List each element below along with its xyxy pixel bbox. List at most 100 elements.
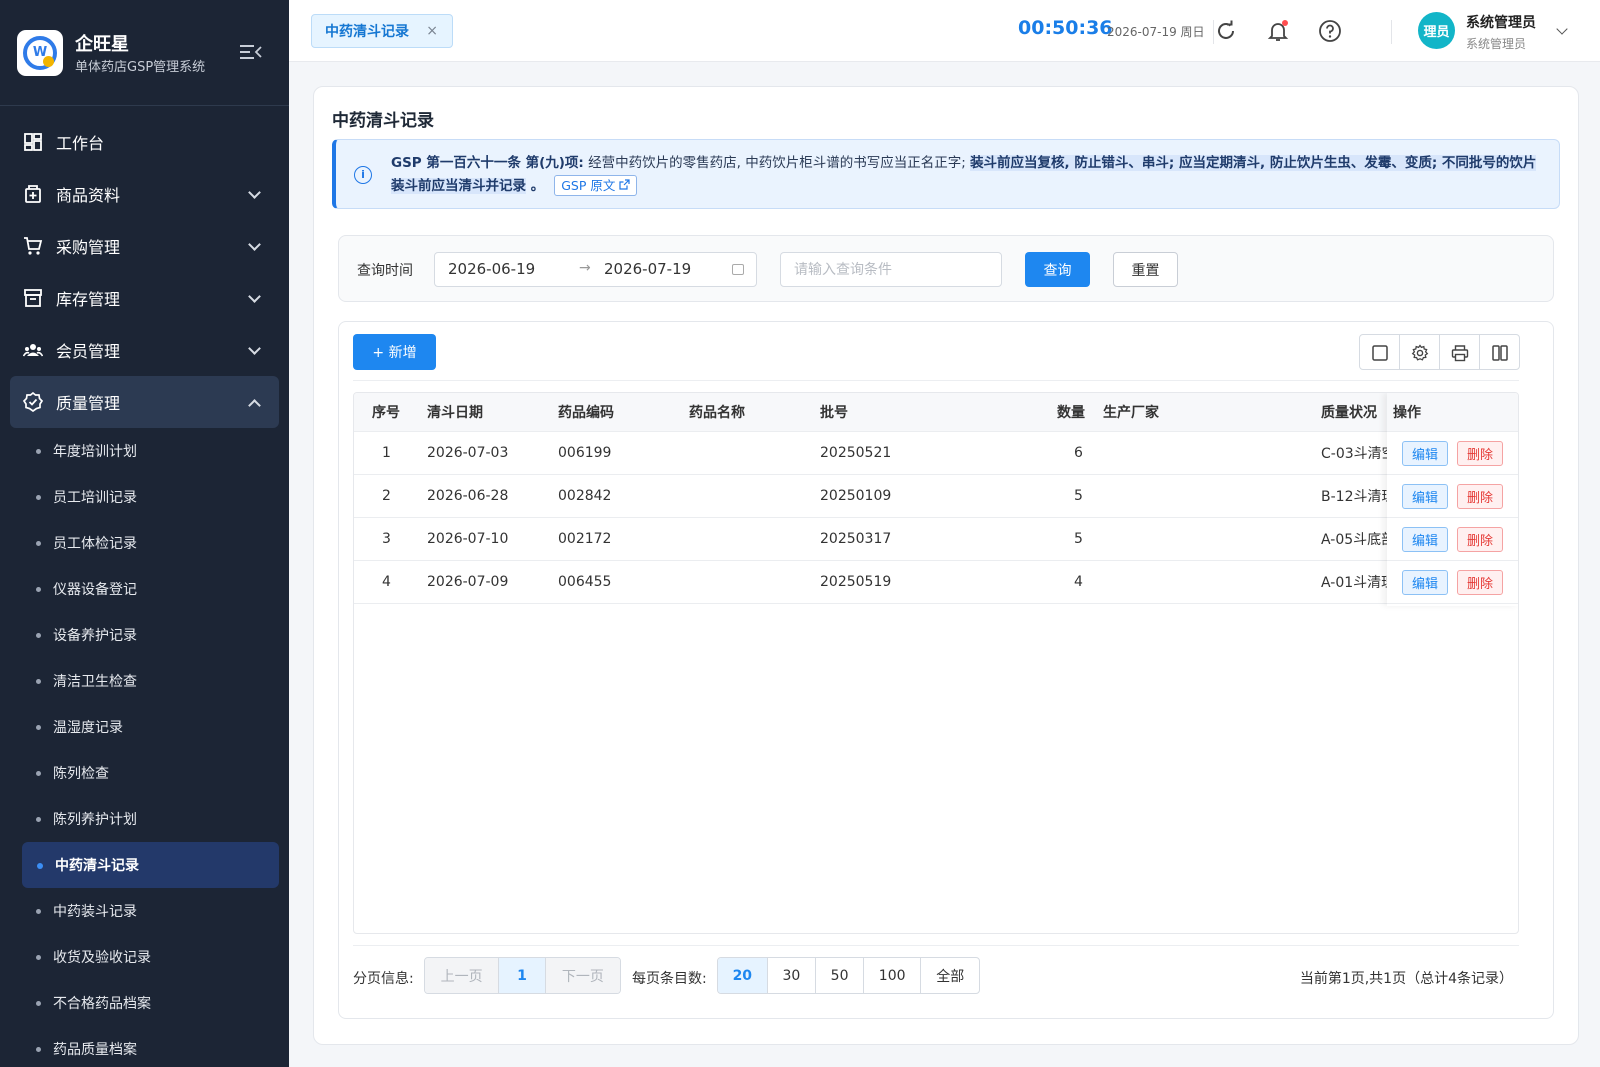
calendar-icon[interactable] xyxy=(732,264,744,275)
page-size-option[interactable]: 100 xyxy=(864,958,922,993)
scrollbar[interactable] xyxy=(1590,62,1600,1067)
page-size-option[interactable]: 30 xyxy=(768,958,817,993)
notice-tail: 。 xyxy=(526,178,545,194)
delete-button[interactable]: 删除 xyxy=(1457,441,1503,466)
avatar[interactable]: 理员 xyxy=(1418,12,1455,49)
filter-label: 查询时间 xyxy=(357,263,413,279)
submenu-item[interactable]: 温湿度记录 xyxy=(0,704,289,750)
col-header[interactable]: 数量 xyxy=(1057,393,1085,431)
fullscreen-icon[interactable] xyxy=(1360,335,1400,369)
menu-item-products[interactable]: 商品资料 xyxy=(0,168,289,220)
menu-label: 采购管理 xyxy=(56,238,121,257)
collapse-sidebar-icon[interactable] xyxy=(240,42,262,62)
submenu-item[interactable]: 仪器设备登记 xyxy=(0,566,289,612)
cell-quality: A-05斗底部 xyxy=(1321,532,1387,548)
submenu-item[interactable]: 中药装斗记录 xyxy=(0,888,289,934)
cell-no: 2 xyxy=(382,488,391,504)
close-icon[interactable]: × xyxy=(426,23,438,39)
table-row[interactable]: 2 2026-06-28 002842 20250109 5 B-12斗清理 xyxy=(354,475,1518,518)
submenu-item[interactable]: 年度培训计划 xyxy=(0,428,289,474)
menu-item-workbench[interactable]: 工作台 xyxy=(0,116,289,168)
search-button[interactable]: 查询 xyxy=(1025,252,1090,287)
submenu-item[interactable]: 清洁卫生检查 xyxy=(0,658,289,704)
user-name[interactable]: 系统管理员 xyxy=(1466,12,1536,32)
cell-code: 002172 xyxy=(558,531,612,547)
tab-herbal-clearing[interactable]: 中药清斗记录 × xyxy=(311,14,453,48)
submenu-item[interactable]: 陈列养护计划 xyxy=(0,796,289,842)
submenu-item[interactable]: 员工体检记录 xyxy=(0,520,289,566)
cell-batch: 20250317 xyxy=(820,531,892,547)
col-header[interactable]: 生产厂家 xyxy=(1103,393,1159,431)
print-icon[interactable] xyxy=(1440,335,1480,369)
settings-gear-icon[interactable] xyxy=(1400,335,1440,369)
add-button[interactable]: + 新增 xyxy=(353,334,436,370)
delete-button[interactable]: 删除 xyxy=(1457,570,1503,595)
page-summary: 当前第1页,共1页（总计4条记录） xyxy=(1299,971,1513,987)
menu-item-quality[interactable]: 质量管理 xyxy=(10,376,279,428)
chevron-up-icon xyxy=(248,399,261,412)
page-size-option[interactable]: 20 xyxy=(718,958,768,993)
table-row[interactable]: 4 2026-07-09 006455 20250519 4 A-01斗清理 xyxy=(354,561,1518,604)
col-header[interactable]: 序号 xyxy=(372,393,400,431)
submenu-item[interactable]: 设备养护记录 xyxy=(0,612,289,658)
edit-button[interactable]: 编辑 xyxy=(1402,570,1448,595)
reset-button[interactable]: 重置 xyxy=(1113,252,1178,287)
delete-button[interactable]: 删除 xyxy=(1457,484,1503,509)
menu-item-members[interactable]: 会员管理 xyxy=(0,324,289,376)
link-label: GSP 原文 xyxy=(561,178,616,193)
date-from[interactable]: 2026-06-19 xyxy=(448,260,535,278)
pager-label: 分页信息: xyxy=(353,971,414,987)
menu-item-inventory[interactable]: 库存管理 xyxy=(0,272,289,324)
tab-label: 中药清斗记录 xyxy=(325,24,409,40)
cell-code: 002842 xyxy=(558,488,612,504)
cell-date: 2026-07-10 xyxy=(427,531,509,547)
page-size-option[interactable]: 50 xyxy=(816,958,864,993)
delete-button[interactable]: 删除 xyxy=(1457,527,1503,552)
help-icon[interactable] xyxy=(1318,19,1342,43)
col-header[interactable]: 药品名称 xyxy=(689,393,745,431)
page-size-option[interactable]: 全部 xyxy=(921,958,979,993)
gsp-original-link[interactable]: GSP 原文 xyxy=(554,175,638,196)
cell-no: 1 xyxy=(382,445,391,461)
columns-icon[interactable] xyxy=(1480,335,1519,369)
submenu-item[interactable]: 陈列检查 xyxy=(0,750,289,796)
notice-body: 经营中药饮片的零售药店, 中药饮片柜斗谱的书写应当正名正字; xyxy=(583,155,971,171)
cell-batch: 20250519 xyxy=(820,574,892,590)
next-page-button[interactable]: 下一页 xyxy=(545,958,620,993)
submenu-item-active[interactable]: 中药清斗记录 xyxy=(22,842,279,888)
submenu-item[interactable]: 药品质量档案 xyxy=(0,1026,289,1067)
date-to[interactable]: 2026-07-19 xyxy=(604,260,691,278)
query-input[interactable] xyxy=(780,252,1002,287)
members-icon xyxy=(23,344,43,357)
info-icon: i xyxy=(354,166,372,184)
table-row[interactable]: 1 2026-07-03 006199 20250521 6 C-03斗清空 xyxy=(354,432,1518,475)
col-header[interactable]: 清斗日期 xyxy=(427,393,483,431)
cell-qty: 5 xyxy=(1074,531,1083,547)
refresh-icon[interactable] xyxy=(1214,19,1238,43)
top-bar: 中药清斗记录 × 00:50:36 2026-07-19 周日 理员 系统管理员… xyxy=(289,0,1600,62)
chevron-down-icon[interactable] xyxy=(1556,23,1568,35)
chevron-down-icon xyxy=(248,290,261,303)
edit-button[interactable]: 编辑 xyxy=(1402,527,1448,552)
edit-button[interactable]: 编辑 xyxy=(1402,484,1448,509)
bell-icon[interactable] xyxy=(1266,19,1290,43)
submenu-item[interactable]: 员工培训记录 xyxy=(0,474,289,520)
pagination: 分页信息: 上一页 1 下一页 每页条目数: 20 30 50 100 全部 当… xyxy=(353,945,1519,1005)
cell-batch: 20250109 xyxy=(820,488,892,504)
cell-date: 2026-07-09 xyxy=(427,574,509,590)
cell-code: 006199 xyxy=(558,445,612,461)
table-row[interactable]: 3 2026-07-10 002172 20250317 5 A-05斗底部 xyxy=(354,518,1518,561)
prev-page-button[interactable]: 上一页 xyxy=(425,958,500,993)
cell-quality: A-01斗清理 xyxy=(1321,575,1387,591)
page-number-button[interactable]: 1 xyxy=(499,958,546,993)
col-header[interactable]: 批号 xyxy=(820,393,848,431)
col-header[interactable]: 质量状况 xyxy=(1321,393,1377,431)
notice-lead: GSP 第一百六十一条 第(九)项: xyxy=(391,155,584,171)
cell-date: 2026-06-28 xyxy=(427,488,509,504)
col-header[interactable]: 药品编码 xyxy=(558,393,614,431)
submenu-item[interactable]: 收货及验收记录 xyxy=(0,934,289,980)
edit-button[interactable]: 编辑 xyxy=(1402,441,1448,466)
menu-item-purchase[interactable]: 采购管理 xyxy=(0,220,289,272)
submenu-item[interactable]: 不合格药品档案 xyxy=(0,980,289,1026)
date-range-picker[interactable]: 2026-06-19 → 2026-07-19 xyxy=(434,252,757,287)
